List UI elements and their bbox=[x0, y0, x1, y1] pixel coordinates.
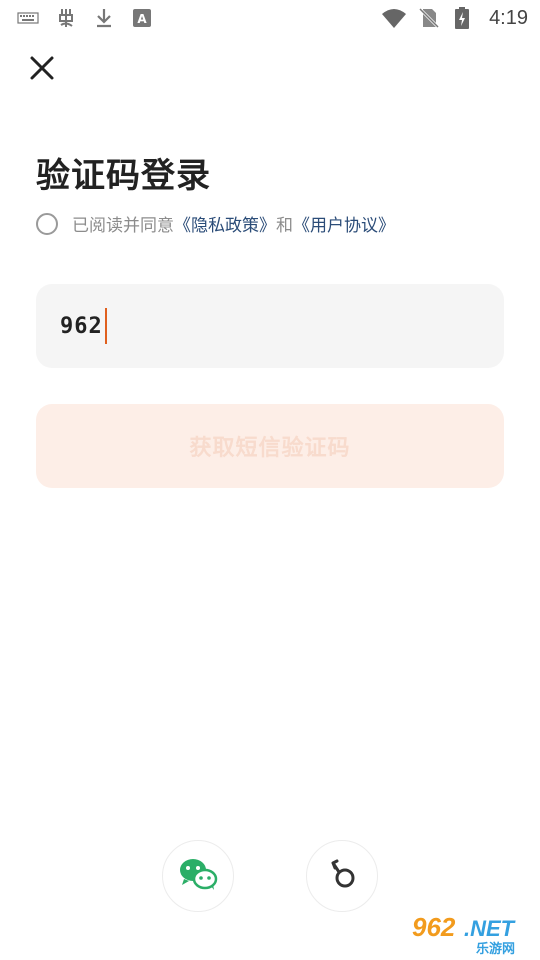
keyboard-icon bbox=[16, 6, 40, 30]
watermark-logo: 962 .NET 乐游网 bbox=[402, 912, 536, 957]
text-caret bbox=[104, 308, 108, 344]
no-sim-icon bbox=[417, 6, 441, 30]
get-sms-code-button[interactable]: 获取短信验证码 bbox=[36, 404, 504, 488]
agreement-prefix: 已阅读并同意 bbox=[72, 216, 174, 236]
wifi-icon bbox=[381, 6, 407, 30]
battery-charging-icon bbox=[453, 6, 477, 30]
status-bar-left: A bbox=[16, 6, 154, 30]
status-time: 4:19 bbox=[489, 6, 528, 29]
download-icon bbox=[92, 6, 116, 30]
close-button[interactable] bbox=[26, 54, 58, 86]
privacy-policy-link[interactable]: 《隐私政策》 bbox=[174, 211, 276, 236]
wechat-icon bbox=[178, 857, 218, 895]
font-icon: A bbox=[130, 6, 154, 30]
user-agreement-link[interactable]: 《用户协议》 bbox=[293, 211, 395, 236]
close-icon bbox=[28, 54, 56, 86]
app-icon bbox=[54, 6, 78, 30]
phone-input[interactable]: 962 bbox=[36, 284, 504, 368]
status-bar-right: 4:19 bbox=[381, 6, 528, 30]
key-icon bbox=[325, 857, 359, 895]
watermark-number: 962 bbox=[412, 912, 456, 942]
watermark-cn: 乐游网 bbox=[476, 942, 516, 957]
svg-text:A: A bbox=[137, 12, 147, 26]
agreement-and: 和 bbox=[276, 216, 293, 236]
get-sms-code-label: 获取短信验证码 bbox=[189, 435, 351, 460]
wechat-login-button[interactable] bbox=[162, 840, 234, 912]
agreement-radio[interactable] bbox=[36, 212, 58, 235]
agreement-row: 已阅读并同意 《隐私政策》 和 《用户协议》 bbox=[36, 211, 395, 236]
status-bar: A 4:19 bbox=[0, 0, 540, 36]
phone-input-value: 962 bbox=[60, 313, 103, 339]
page-title: 验证码登录 bbox=[36, 156, 211, 196]
key-login-button[interactable] bbox=[306, 840, 378, 912]
